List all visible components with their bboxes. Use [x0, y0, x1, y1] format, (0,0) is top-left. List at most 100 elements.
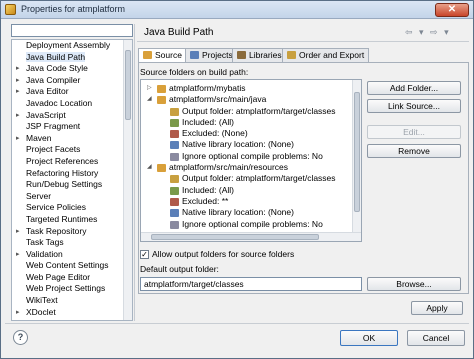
tree-item-label: WikiText: [26, 295, 58, 306]
expand-arrow-icon[interactable]: ▸: [16, 63, 20, 75]
source-row-label: Included: (All): [182, 116, 234, 127]
scrollbar-thumb[interactable]: [125, 50, 131, 120]
tree-item-label: Javadoc Location: [26, 97, 93, 108]
tree-item-label: Task Repository: [26, 225, 87, 236]
tree-item-label: Java Code Style: [26, 63, 88, 74]
tab-order-and-export[interactable]: Order and Export: [282, 48, 370, 62]
tree-item[interactable]: Web Page Editor: [12, 272, 132, 284]
tree-item[interactable]: Server: [12, 191, 132, 203]
expand-arrow-icon[interactable]: ▸: [16, 133, 20, 145]
tree-item[interactable]: Targeted Runtimes: [12, 214, 132, 226]
source-attribute-row[interactable]: Excluded: (None): [141, 128, 361, 139]
source-folder-row[interactable]: ▷ atmplatform/mybatis: [141, 83, 361, 94]
browse-button[interactable]: Browse...: [367, 277, 461, 291]
expand-arrow-icon[interactable]: ▸: [16, 75, 20, 87]
scrollbar-thumb[interactable]: [151, 234, 319, 240]
tab-label: Source: [155, 50, 182, 60]
tree-item[interactable]: Project Facets: [12, 144, 132, 156]
tree-item[interactable]: ▸ Java Code Style: [12, 63, 132, 75]
expand-arrow-icon[interactable]: ▸: [16, 86, 20, 98]
tab-libraries[interactable]: Libraries: [232, 48, 287, 62]
source-attribute-row[interactable]: Included: (All): [141, 185, 361, 196]
source-attribute-row[interactable]: Ignore optional compile problems: No: [141, 219, 361, 230]
apply-button[interactable]: Apply: [411, 301, 463, 315]
source-folder-row[interactable]: ◢ atmplatform/src/main/resources: [141, 162, 361, 173]
tree-item-label: Server: [26, 190, 52, 201]
tree-item-label: JavaScript: [26, 109, 66, 120]
source-tree-hscrollbar[interactable]: [141, 232, 361, 241]
add-folder-button[interactable]: Add Folder...: [367, 81, 461, 95]
expand-arrow-icon[interactable]: ▸: [16, 249, 20, 261]
edit-button[interactable]: Edit...: [367, 125, 461, 139]
source-attribute-row[interactable]: Native library location: (None): [141, 139, 361, 150]
tree-item[interactable]: Run/Debug Settings: [12, 179, 132, 191]
tree-item-label: XDoclet: [26, 306, 56, 317]
source-attribute-row[interactable]: Excluded: **: [141, 196, 361, 207]
expand-arrow-icon[interactable]: ▸: [16, 110, 20, 122]
source-attribute-row[interactable]: Output folder: atmplatform/target/classe…: [141, 173, 361, 184]
included-icon: [170, 118, 179, 127]
expand-arrow-icon[interactable]: ▸: [16, 307, 20, 319]
tree-item[interactable]: ▸ Maven: [12, 133, 132, 145]
libraries-icon: [237, 51, 246, 59]
source-row-label: atmplatform/mybatis: [169, 83, 246, 93]
tree-item[interactable]: Web Content Settings: [12, 260, 132, 272]
link-source-button[interactable]: Link Source...: [367, 99, 461, 113]
source-attribute-row[interactable]: Included: (All): [141, 117, 361, 128]
tree-item[interactable]: ▸ Java Compiler: [12, 75, 132, 87]
source-attribute-row[interactable]: Output folder: atmplatform/target/classe…: [141, 106, 361, 117]
tree-item[interactable]: JSP Fragment: [12, 121, 132, 133]
tree-item[interactable]: Task Tags: [12, 237, 132, 249]
tree-item[interactable]: Web Project Settings: [12, 283, 132, 295]
tree-item[interactable]: ▸ XDoclet: [12, 307, 132, 319]
history-nav-icons[interactable]: ⇦ ▾ ⇨ ▾: [405, 27, 451, 38]
expand-arrow-icon[interactable]: ◢: [147, 94, 152, 105]
ignore-icon: [170, 220, 179, 229]
tree-item[interactable]: WikiText: [12, 295, 132, 307]
source-tree-vscrollbar[interactable]: [352, 80, 361, 232]
help-icon[interactable]: ?: [13, 330, 28, 345]
tree-item[interactable]: Project References: [12, 156, 132, 168]
tab-label: Projects: [202, 50, 233, 60]
output-icon: [170, 175, 179, 184]
tree-item[interactable]: ▸ Validation: [12, 249, 132, 261]
default-output-folder-field[interactable]: atmplatform/target/classes: [140, 277, 362, 291]
cancel-button[interactable]: Cancel: [407, 330, 465, 346]
source-row-label: Ignore optional compile problems: No: [182, 218, 323, 229]
allow-output-folders-checkbox[interactable]: ✓: [140, 250, 149, 259]
window-close-button[interactable]: ✕: [435, 3, 469, 17]
tree-item[interactable]: Service Policies: [12, 202, 132, 214]
filter-input[interactable]: [11, 24, 133, 37]
splitter-sash[interactable]: [134, 24, 136, 321]
tree-item[interactable]: Refactoring History: [12, 168, 132, 180]
expand-arrow-icon[interactable]: ▸: [16, 226, 20, 238]
tab-source[interactable]: Source: [138, 48, 187, 63]
tree-item[interactable]: Java Build Path: [12, 51, 132, 64]
properties-dialog: Properties for atmplatform ✕ Deployment …: [0, 0, 474, 359]
tree-item-label: Run/Debug Settings: [26, 179, 103, 190]
remove-button[interactable]: Remove: [367, 144, 461, 158]
expand-arrow-icon[interactable]: ◢: [147, 162, 152, 173]
tab-projects[interactable]: Projects: [185, 48, 238, 62]
scrollbar-thumb[interactable]: [354, 92, 360, 212]
source-row-label: Native library location: (None): [182, 207, 294, 218]
source-row-label: atmplatform/src/main/resources: [169, 162, 289, 173]
tree-item[interactable]: Javadoc Location: [12, 98, 132, 110]
tree-item-label: Project Facets: [26, 144, 81, 155]
source-row-label: Included: (All): [182, 184, 234, 195]
ok-button[interactable]: OK: [340, 330, 398, 346]
tree-item[interactable]: ▸ Java Editor: [12, 86, 132, 98]
property-page-tree: Deployment Assembly Java Build Path ▸ Java …: [11, 39, 133, 321]
source-attribute-row[interactable]: Ignore optional compile problems: No: [141, 151, 361, 162]
tree-item[interactable]: ▸ JavaScript: [12, 110, 132, 122]
source-folder-row[interactable]: ◢ atmplatform/src/main/java: [141, 94, 361, 105]
left-tree-scrollbar[interactable]: [123, 40, 132, 320]
source-attribute-row[interactable]: Native library location: (None): [141, 207, 361, 218]
eclipse-app-icon: [5, 4, 16, 15]
tree-item[interactable]: ▸ Task Repository: [12, 226, 132, 238]
tree-item-label: Maven: [26, 132, 52, 143]
expand-arrow-icon[interactable]: ▷: [147, 83, 152, 94]
source-row-label: Excluded: (None): [182, 128, 248, 139]
tree-item[interactable]: Deployment Assembly: [12, 40, 132, 52]
tree-item-label: Targeted Runtimes: [26, 213, 98, 224]
